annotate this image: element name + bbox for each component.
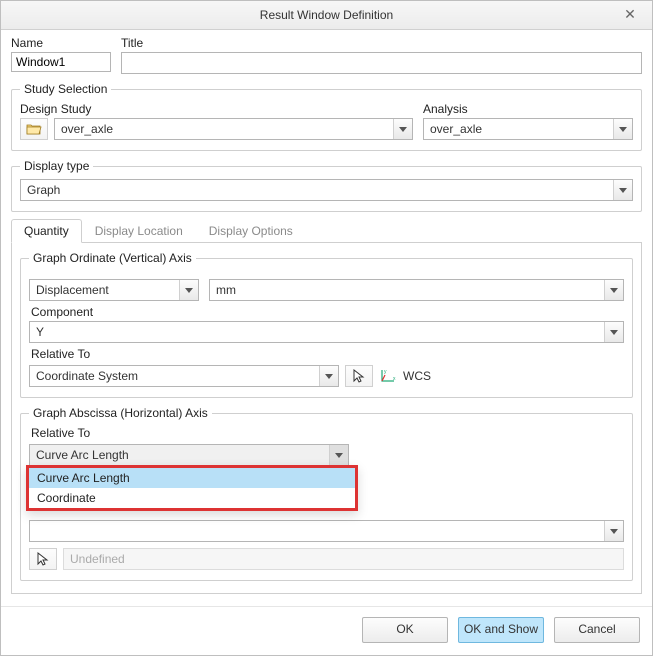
chevron-down-icon	[613, 119, 632, 139]
svg-text:y: y	[384, 369, 387, 375]
window-title: Result Window Definition	[260, 8, 393, 22]
select-coord-button[interactable]	[345, 365, 373, 387]
display-type-legend: Display type	[20, 159, 93, 173]
dialog-footer: OK OK and Show Cancel	[1, 606, 652, 655]
ok-and-show-button[interactable]: OK and Show	[458, 617, 544, 643]
ordinate-quantity-combo[interactable]: Displacement	[29, 279, 199, 301]
display-type-group: Display type Graph	[11, 159, 642, 212]
display-type-value: Graph	[21, 183, 613, 197]
chevron-down-icon	[604, 280, 623, 300]
axes-icon: yx	[379, 368, 397, 384]
display-type-combo[interactable]: Graph	[20, 179, 633, 201]
chevron-down-icon	[329, 445, 348, 465]
cursor-icon	[37, 552, 49, 566]
tab-display-location: Display Location	[82, 219, 196, 243]
close-button[interactable]: ✕	[616, 1, 644, 29]
analysis-value: over_axle	[424, 122, 613, 136]
dropdown-item-curve-arc-length[interactable]: Curve Arc Length	[29, 468, 355, 488]
abscissa-relative-dropdown: Curve Arc Length Coordinate	[26, 465, 358, 511]
study-selection-group: Study Selection Design Study over_axle	[11, 82, 642, 151]
tab-display-options: Display Options	[196, 219, 306, 243]
ordinate-group: Graph Ordinate (Vertical) Axis Displacem…	[20, 251, 633, 398]
name-input[interactable]	[11, 52, 111, 72]
chevron-down-icon	[179, 280, 198, 300]
undefined-text: Undefined	[70, 552, 125, 566]
chevron-down-icon	[613, 180, 632, 200]
selected-entity-readout: Undefined	[63, 548, 624, 570]
folder-icon	[26, 123, 42, 135]
ok-button[interactable]: OK	[362, 617, 448, 643]
design-study-combo[interactable]: over_axle	[54, 118, 413, 140]
wcs-text: WCS	[403, 369, 431, 383]
cursor-icon	[353, 369, 365, 383]
tab-quantity[interactable]: Quantity	[11, 219, 82, 243]
ordinate-unit-value: mm	[210, 283, 604, 297]
abscissa-legend: Graph Abscissa (Horizontal) Axis	[29, 406, 212, 420]
abscissa-relative-combo[interactable]: Curve Arc Length	[29, 444, 349, 466]
abscissa-relative-label: Relative To	[31, 426, 624, 440]
dropdown-item-coordinate[interactable]: Coordinate	[29, 488, 355, 508]
name-label: Name	[11, 36, 111, 50]
select-entity-button[interactable]	[29, 548, 57, 570]
component-value: Y	[30, 325, 604, 339]
analysis-combo[interactable]: over_axle	[423, 118, 633, 140]
ordinate-quantity-value: Displacement	[30, 283, 179, 297]
ordinate-relative-value: Coordinate System	[30, 369, 319, 383]
folder-open-button[interactable]	[20, 118, 48, 140]
dialog-window: Result Window Definition ✕ Name Title St…	[0, 0, 653, 656]
component-combo[interactable]: Y	[29, 321, 624, 343]
cancel-button[interactable]: Cancel	[554, 617, 640, 643]
tab-panel-quantity: Graph Ordinate (Vertical) Axis Displacem…	[11, 243, 642, 594]
svg-text:x: x	[393, 376, 396, 382]
design-study-value: over_axle	[55, 122, 393, 136]
analysis-label: Analysis	[423, 102, 633, 116]
component-label: Component	[31, 305, 624, 319]
titlebar: Result Window Definition ✕	[1, 1, 652, 30]
abscissa-relative-value: Curve Arc Length	[30, 448, 329, 462]
chevron-down-icon	[604, 521, 623, 541]
ordinate-relative-combo[interactable]: Coordinate System	[29, 365, 339, 387]
ordinate-relative-label: Relative To	[31, 347, 624, 361]
design-study-label: Design Study	[20, 102, 413, 116]
study-selection-legend: Study Selection	[20, 82, 111, 96]
abscissa-group: Graph Abscissa (Horizontal) Axis Relativ…	[20, 406, 633, 581]
chevron-down-icon	[393, 119, 412, 139]
ordinate-legend: Graph Ordinate (Vertical) Axis	[29, 251, 196, 265]
title-label: Title	[121, 36, 642, 50]
chevron-down-icon	[604, 322, 623, 342]
title-input[interactable]	[121, 52, 642, 74]
ordinate-unit-combo[interactable]: mm	[209, 279, 624, 301]
chevron-down-icon	[319, 366, 338, 386]
tab-bar: Quantity Display Location Display Option…	[11, 218, 642, 243]
abscissa-mid-combo[interactable]	[29, 520, 624, 542]
